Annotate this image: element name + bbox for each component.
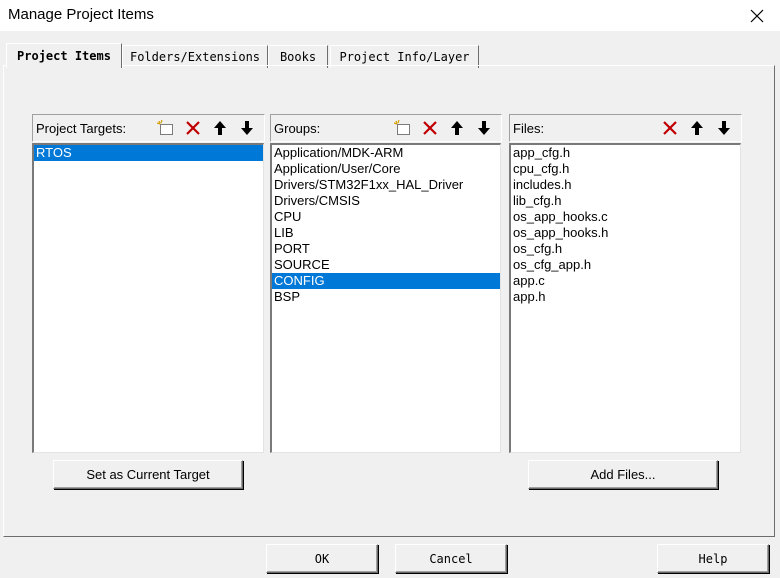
groups-new-button[interactable] <box>391 117 415 139</box>
tab-label: Books <box>279 50 317 64</box>
targets-list[interactable]: RTOS <box>32 143 264 453</box>
groups-label: Groups: <box>274 121 321 136</box>
window-title: Manage Project Items <box>8 6 154 23</box>
list-item[interactable]: LIB <box>272 225 500 241</box>
delete-icon <box>186 121 200 135</box>
list-item[interactable]: RTOS <box>34 145 263 161</box>
list-item[interactable]: os_app_hooks.h <box>511 225 740 241</box>
move-down-icon <box>478 121 490 135</box>
close-button[interactable] <box>734 0 780 31</box>
targets-label: Project Targets: <box>36 121 127 136</box>
files-header: Files: <box>509 114 742 142</box>
list-item[interactable]: BSP <box>272 289 500 305</box>
list-item[interactable]: Application/MDK-ARM <box>272 145 500 161</box>
targets-move-down-button[interactable] <box>235 117 259 139</box>
move-up-icon <box>214 121 226 135</box>
list-item[interactable]: os_cfg_app.h <box>511 257 740 273</box>
groups-move-down-button[interactable] <box>472 117 496 139</box>
button-label: Cancel <box>429 551 473 566</box>
groups-delete-button[interactable] <box>418 117 442 139</box>
move-up-icon <box>451 121 463 135</box>
set-current-target-button[interactable]: Set as Current Target <box>53 460 243 489</box>
files-delete-button[interactable] <box>658 117 682 139</box>
new-item-icon <box>394 120 410 135</box>
close-icon <box>750 9 764 22</box>
new-item-icon <box>157 120 173 135</box>
targets-move-up-button[interactable] <box>208 117 232 139</box>
targets-new-button[interactable] <box>154 117 178 139</box>
targets-header: Project Targets: <box>32 114 265 142</box>
button-label: Set as Current Target <box>86 467 210 482</box>
button-label: Help <box>698 551 728 566</box>
groups-header: Groups: <box>270 114 502 142</box>
delete-icon <box>423 121 437 135</box>
move-down-icon <box>718 121 730 135</box>
title-bar: Manage Project Items <box>0 0 780 31</box>
tab-project-items[interactable]: Project Items <box>6 43 122 68</box>
list-item[interactable]: Drivers/CMSIS <box>272 193 500 209</box>
button-label: OK <box>314 551 330 566</box>
button-label: Add Files... <box>590 467 656 482</box>
move-down-icon <box>241 121 253 135</box>
list-item[interactable]: app_cfg.h <box>511 145 740 161</box>
list-item[interactable]: cpu_cfg.h <box>511 161 740 177</box>
list-item[interactable]: os_app_hooks.c <box>511 209 740 225</box>
help-button[interactable]: Help <box>657 544 769 573</box>
list-item[interactable]: Application/User/Core <box>272 161 500 177</box>
tab-label: Project Items <box>17 49 111 63</box>
list-item[interactable]: lib_cfg.h <box>511 193 740 209</box>
files-move-up-button[interactable] <box>685 117 709 139</box>
tab-label: Folders/Extensions <box>129 50 261 64</box>
files-move-down-button[interactable] <box>712 117 736 139</box>
files-label: Files: <box>513 121 545 136</box>
add-files-button[interactable]: Add Files... <box>528 460 718 489</box>
move-up-icon <box>691 121 703 135</box>
list-item[interactable]: CPU <box>272 209 500 225</box>
list-item[interactable]: CONFIG <box>272 273 500 289</box>
targets-delete-button[interactable] <box>181 117 205 139</box>
list-item[interactable]: Drivers/STM32F1xx_HAL_Driver <box>272 177 500 193</box>
list-item[interactable]: SOURCE <box>272 257 500 273</box>
list-item[interactable]: includes.h <box>511 177 740 193</box>
delete-icon <box>663 121 677 135</box>
groups-move-up-button[interactable] <box>445 117 469 139</box>
files-list[interactable]: app_cfg.h cpu_cfg.h includes.h lib_cfg.h… <box>509 143 741 453</box>
tab-label: Project Info/Layer <box>339 50 470 64</box>
list-item[interactable]: app.c <box>511 273 740 289</box>
groups-list[interactable]: Application/MDK-ARM Application/User/Cor… <box>270 143 501 453</box>
list-item[interactable]: app.h <box>511 289 740 305</box>
cancel-button[interactable]: Cancel <box>395 544 507 573</box>
ok-button[interactable]: OK <box>266 544 378 573</box>
list-item[interactable]: PORT <box>272 241 500 257</box>
list-item[interactable]: os_cfg.h <box>511 241 740 257</box>
